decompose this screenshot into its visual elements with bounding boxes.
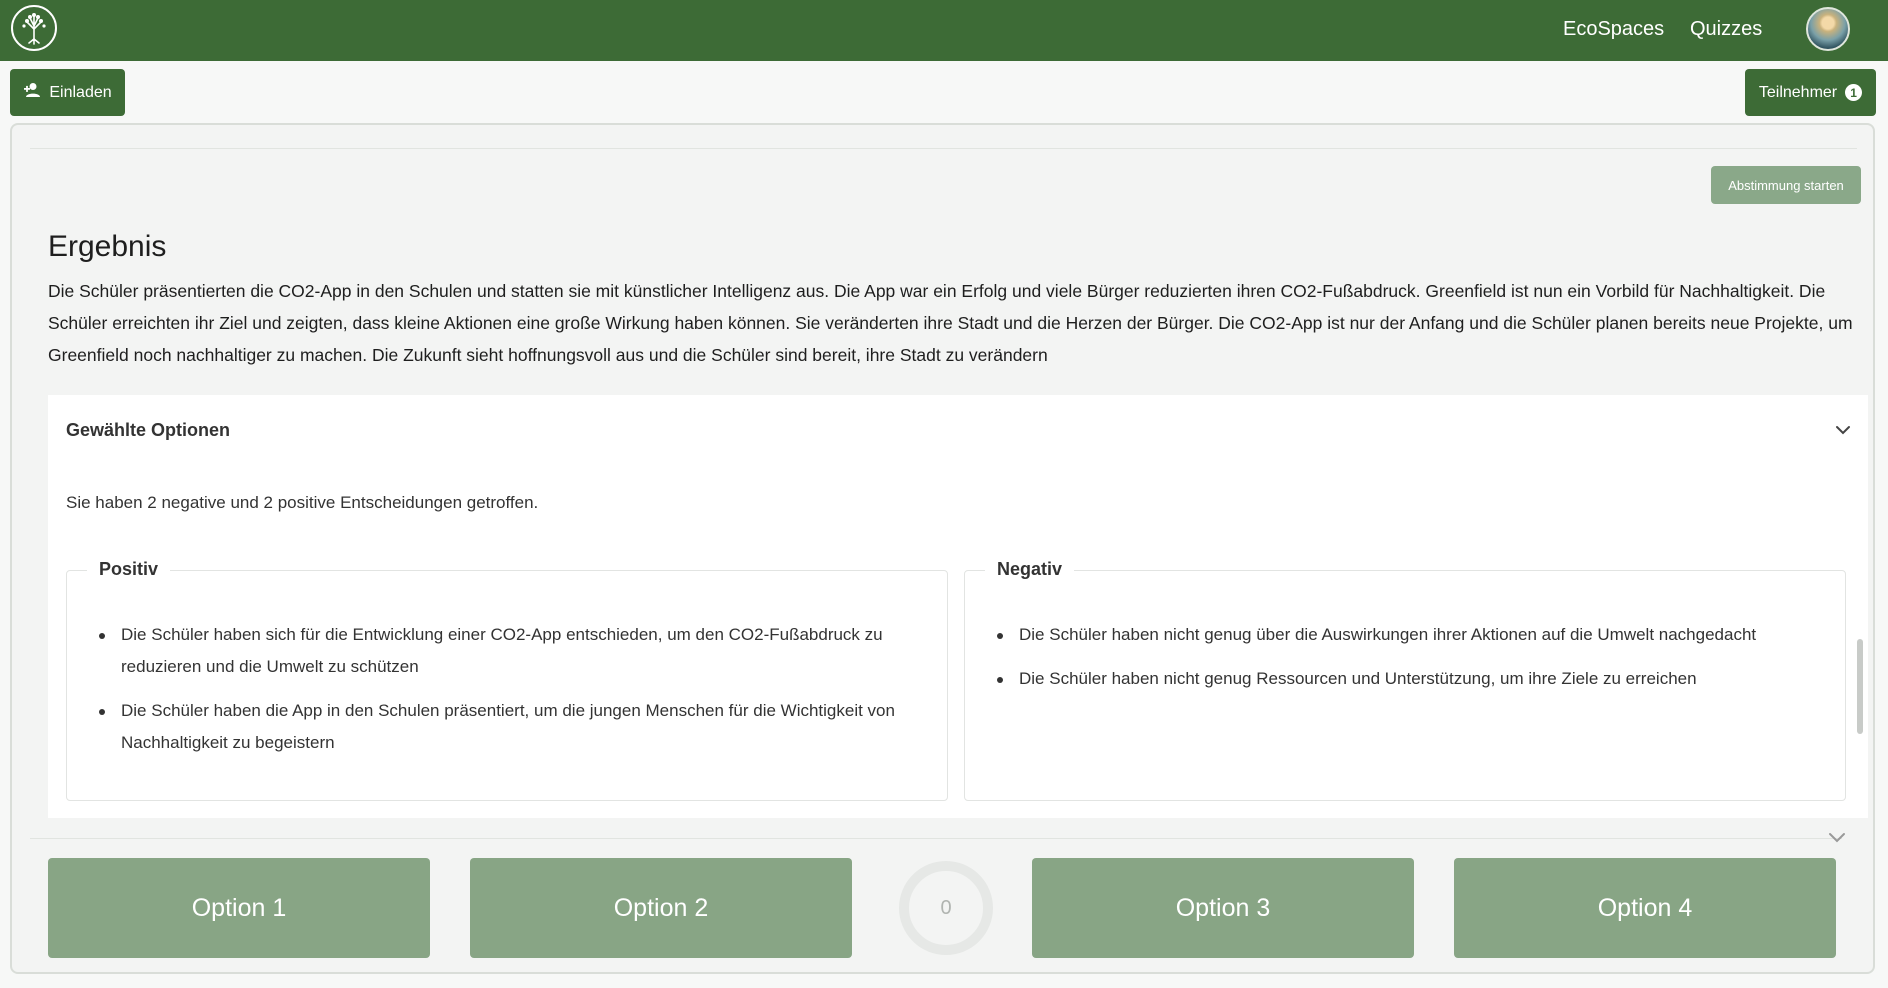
option-3-button[interactable]: Option 3 (1032, 858, 1414, 958)
add-person-icon (23, 82, 41, 103)
positive-legend: Positiv (87, 559, 171, 580)
tree-logo-icon[interactable] (11, 5, 57, 51)
option-2-button[interactable]: Option 2 (470, 858, 852, 958)
top-navbar: EcoSpaces Quizzes (0, 0, 1888, 61)
decision-summary: Sie haben 2 negative und 2 positive Ents… (66, 493, 539, 512)
result-title: Ergebnis (48, 230, 167, 263)
result-text: Die Schüler präsentierten die CO2-App in… (48, 281, 1853, 365)
chosen-options-accordion: Gewählte Optionen Sie haben 2 negative u… (48, 395, 1868, 818)
positive-list: Die Schüler haben sich für die Entwicklu… (97, 619, 929, 771)
list-item: Die Schüler haben die App in den Schulen… (97, 695, 929, 759)
list-item: Die Schüler haben nicht genug Ressourcen… (995, 663, 1827, 695)
positive-group: Positiv Die Schüler haben sich für die E… (66, 559, 948, 801)
invite-button[interactable]: Einladen (10, 69, 125, 116)
negative-legend: Negativ (985, 559, 1075, 580)
nav-link-ecospaces[interactable]: EcoSpaces (1563, 18, 1664, 41)
start-vote-button[interactable]: Abstimmung starten (1711, 166, 1861, 204)
result-scroll-area[interactable]: Abstimmung starten Ergebnis Die Schüler … (30, 148, 1868, 918)
scrollbar[interactable] (1856, 149, 1864, 919)
chevron-down-icon[interactable] (1825, 825, 1849, 849)
chevron-down-icon[interactable] (1832, 419, 1854, 441)
scrollbar-thumb[interactable] (1857, 639, 1863, 734)
invite-label: Einladen (49, 83, 112, 101)
list-item: Die Schüler haben sich für die Entwicklu… (97, 619, 929, 683)
negative-group: Negativ Die Schüler haben nicht genug üb… (964, 559, 1846, 801)
list-item: Die Schüler haben nicht genug über die A… (995, 619, 1827, 651)
divider (30, 838, 1842, 839)
participants-label: Teilnehmer (1758, 83, 1838, 101)
participants-count-badge: 1 (1845, 84, 1863, 101)
participants-button[interactable]: Teilnehmer 1 (1745, 69, 1876, 116)
option-1-button[interactable]: Option 1 (48, 858, 430, 958)
accordion-header[interactable]: Gewählte Optionen (66, 420, 230, 441)
user-avatar[interactable] (1806, 7, 1850, 51)
negative-list: Die Schüler haben nicht genug über die A… (995, 619, 1827, 707)
nav-link-quizzes[interactable]: Quizzes (1690, 18, 1762, 41)
option-4-button[interactable]: Option 4 (1454, 858, 1836, 958)
countdown-timer: 0 (896, 858, 996, 958)
main-panel: Abstimmung starten Ergebnis Die Schüler … (10, 123, 1875, 974)
timer-value: 0 (940, 896, 952, 919)
